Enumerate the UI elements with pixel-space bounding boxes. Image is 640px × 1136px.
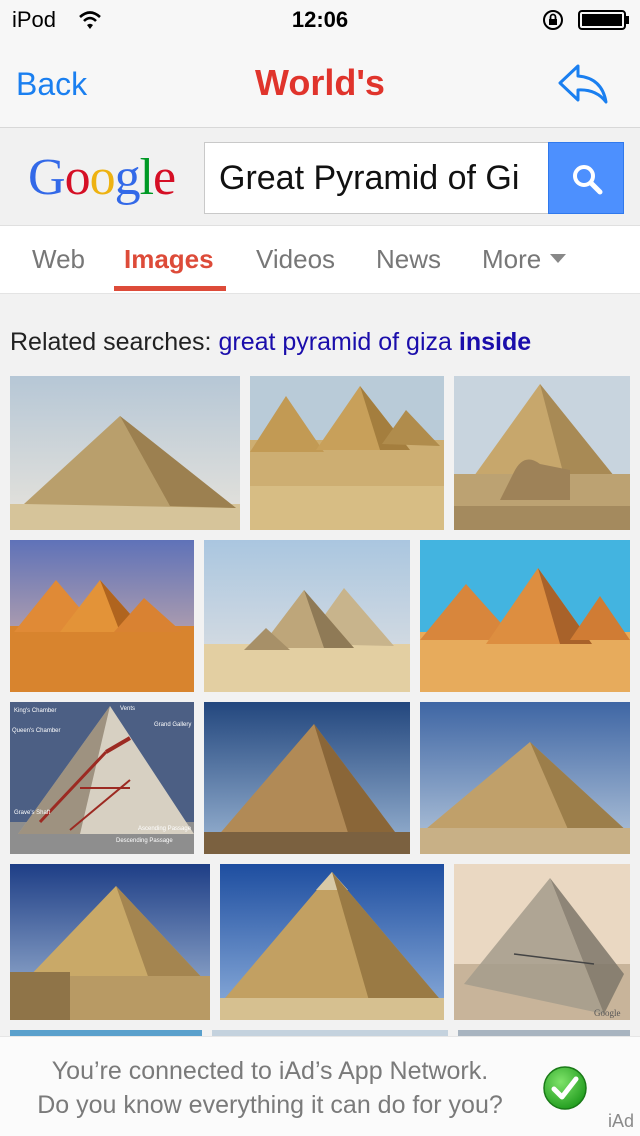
logo-letter: g <box>114 149 141 206</box>
pyramid-photo <box>454 376 630 530</box>
status-bar: iPod 12:06 <box>0 0 640 40</box>
tab-web[interactable]: Web <box>32 244 85 275</box>
logo-letter: G <box>28 149 66 206</box>
ad-text-line1: You’re connected to iAd’s App Network. <box>51 1057 489 1085</box>
image-result-11[interactable] <box>220 864 444 1020</box>
diagram-label: Grave's Shaft <box>14 810 50 816</box>
image-result-6[interactable] <box>420 540 630 692</box>
ad-text-line2: Do you know everything it can do for you… <box>37 1091 503 1119</box>
iad-banner[interactable]: You’re connected to iAd’s App Network. D… <box>0 1036 640 1136</box>
image-result-12[interactable]: Google <box>454 864 630 1020</box>
search-header: Google Great Pyramid of Gi <box>0 128 640 226</box>
diagram-label: Ascending Passage <box>138 826 192 832</box>
iad-label: iAd <box>607 1111 634 1131</box>
reply-share-icon[interactable] <box>556 62 610 106</box>
logo-letter: e <box>153 149 176 206</box>
related-link-bold: inside <box>458 328 532 356</box>
image-result-8[interactable] <box>204 702 410 854</box>
logo-letter: o <box>89 149 116 206</box>
diagram-label: Queen's Chamber <box>12 728 61 734</box>
logo-letter: o <box>64 149 91 206</box>
pyramid-photo <box>420 540 630 692</box>
tab-videos[interactable]: Videos <box>256 244 335 275</box>
image-result-9[interactable] <box>420 702 630 854</box>
pyramid-photo <box>220 864 444 1020</box>
pyramid-photo <box>10 864 210 1020</box>
related-searches: Related searches: great pyramid of giza … <box>10 328 531 357</box>
image-result-2[interactable] <box>250 376 444 530</box>
related-searches-label: Related searches: <box>10 328 212 356</box>
diagram-label: Descending Passage <box>116 838 173 844</box>
image-result-4[interactable] <box>10 540 194 692</box>
pyramid-photo <box>250 376 444 530</box>
image-result-7[interactable]: King's Chamber Vents Grand Gallery Queen… <box>10 702 194 854</box>
page-title: World's <box>255 62 385 103</box>
chevron-down-icon <box>550 254 566 263</box>
pyramid-diagram: King's Chamber Vents Grand Gallery Queen… <box>10 702 194 854</box>
pyramid-photo <box>420 702 630 854</box>
navigation-bar: Back World's <box>0 40 640 128</box>
image-result-10[interactable] <box>10 864 210 1020</box>
image-result-3[interactable] <box>454 376 630 530</box>
logo-letter: l <box>139 149 154 206</box>
tab-images[interactable]: Images <box>124 244 214 275</box>
image-result-5[interactable] <box>204 540 410 692</box>
pyramid-3d-model: Google <box>454 864 630 1020</box>
active-tab-indicator <box>114 286 226 291</box>
google-logo[interactable]: Google <box>28 148 176 208</box>
search-tabs: Web Images Videos News More <box>0 226 640 294</box>
tab-more[interactable]: More <box>482 244 541 275</box>
diagram-label: Vents <box>120 706 135 712</box>
diagram-label: King's Chamber <box>14 708 57 714</box>
battery-icon <box>578 10 629 30</box>
tab-news[interactable]: News <box>376 244 441 275</box>
search-icon <box>573 165 603 195</box>
pyramid-photo <box>10 540 194 692</box>
image-watermark: Google <box>594 1008 621 1018</box>
pyramid-photo <box>10 376 240 530</box>
checkmark-icon <box>543 1066 587 1110</box>
pyramid-photo <box>204 540 410 692</box>
rotation-lock-icon <box>543 10 563 30</box>
diagram-label: Grand Gallery <box>154 722 191 728</box>
image-results: Related searches: great pyramid of giza … <box>0 294 640 1036</box>
pyramid-photo <box>204 702 410 854</box>
search-input[interactable]: Great Pyramid of Gi <box>204 142 550 214</box>
image-result-1[interactable] <box>10 376 240 530</box>
related-link-text: great pyramid of giza <box>218 328 452 356</box>
related-search-link[interactable]: great pyramid of giza inside <box>218 328 531 356</box>
search-button[interactable] <box>548 142 624 214</box>
